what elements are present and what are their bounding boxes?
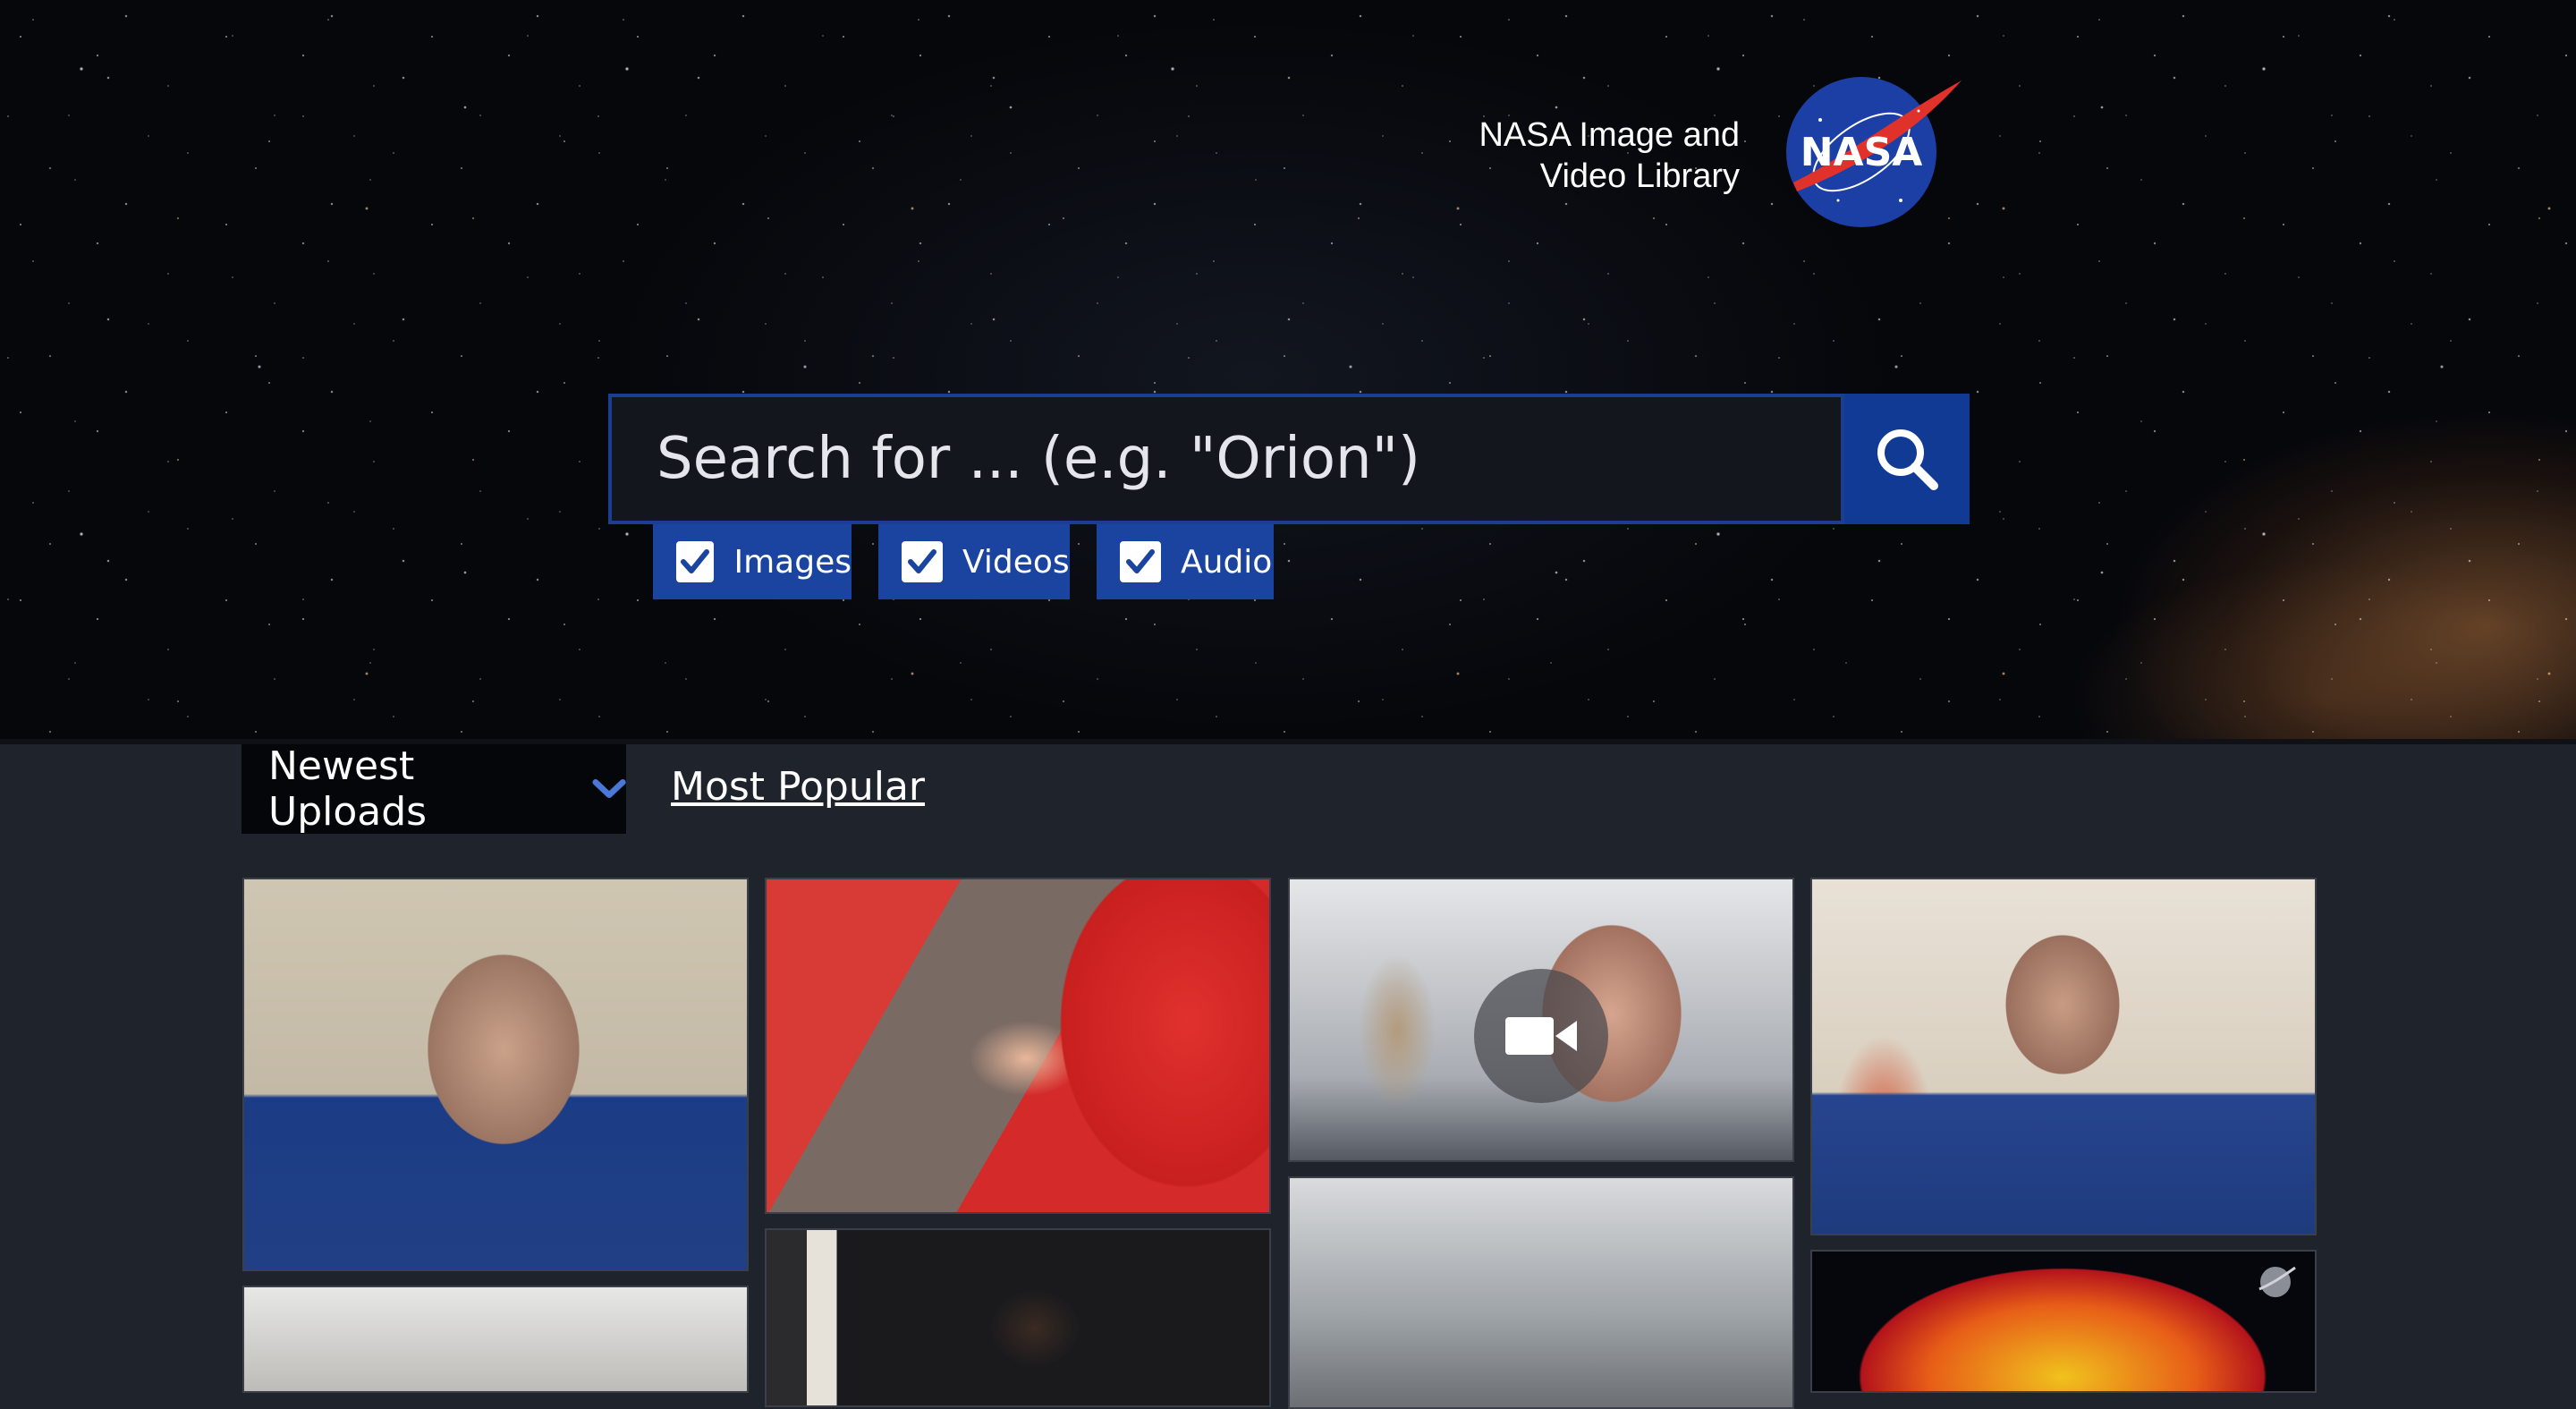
hero-starfield: NASA Image and Video Library NASA I xyxy=(0,0,2576,739)
filter-audio[interactable]: Audio xyxy=(1097,524,1274,599)
library-title-line2: Video Library xyxy=(1539,157,1740,195)
search-button[interactable] xyxy=(1844,394,1970,524)
checkmark-icon xyxy=(1126,549,1155,573)
gallery-item[interactable] xyxy=(1810,1250,2317,1393)
chevron-down-icon xyxy=(592,779,626,799)
search-bar xyxy=(608,394,1970,524)
gallery-item[interactable] xyxy=(1810,878,2317,1235)
nasa-logo[interactable]: NASA xyxy=(1784,75,1965,229)
images-checkbox[interactable] xyxy=(676,541,715,582)
gallery-item[interactable] xyxy=(242,878,749,1271)
library-title[interactable]: NASA Image and Video Library xyxy=(1479,115,1740,197)
library-title-line1: NASA Image and xyxy=(1479,116,1740,154)
stars-layer xyxy=(0,0,2576,739)
audio-checkbox[interactable] xyxy=(1120,541,1161,582)
video-badge xyxy=(1474,969,1608,1103)
stars-layer xyxy=(0,0,2576,739)
search-input[interactable] xyxy=(608,394,1844,524)
filter-images[interactable]: Images xyxy=(653,524,852,599)
video-camera-icon xyxy=(1505,1017,1577,1055)
filter-videos-label: Videos xyxy=(962,543,1070,581)
nasa-meatball-icon xyxy=(2258,1266,2296,1297)
gallery-item[interactable] xyxy=(765,1228,1271,1407)
gallery-item[interactable] xyxy=(1288,1176,1794,1409)
checkmark-icon xyxy=(681,549,710,573)
filter-images-label: Images xyxy=(733,543,852,581)
tab-newest-uploads-label: Newest Uploads xyxy=(268,743,428,835)
gallery-item[interactable] xyxy=(1288,878,1794,1162)
nasa-logo-text: NASA xyxy=(1801,130,1923,175)
search-icon xyxy=(1877,429,1938,490)
filter-videos[interactable]: Videos xyxy=(878,524,1070,599)
filter-audio-label: Audio xyxy=(1181,543,1273,581)
tab-newest-uploads[interactable]: Newest Uploads xyxy=(242,743,626,835)
checkmark-icon xyxy=(908,549,936,573)
videos-checkbox[interactable] xyxy=(902,541,943,582)
stars-layer xyxy=(0,0,2576,739)
gallery-item[interactable] xyxy=(765,878,1271,1214)
gallery-item[interactable] xyxy=(242,1286,749,1393)
tab-most-popular[interactable]: Most Popular xyxy=(671,762,925,812)
